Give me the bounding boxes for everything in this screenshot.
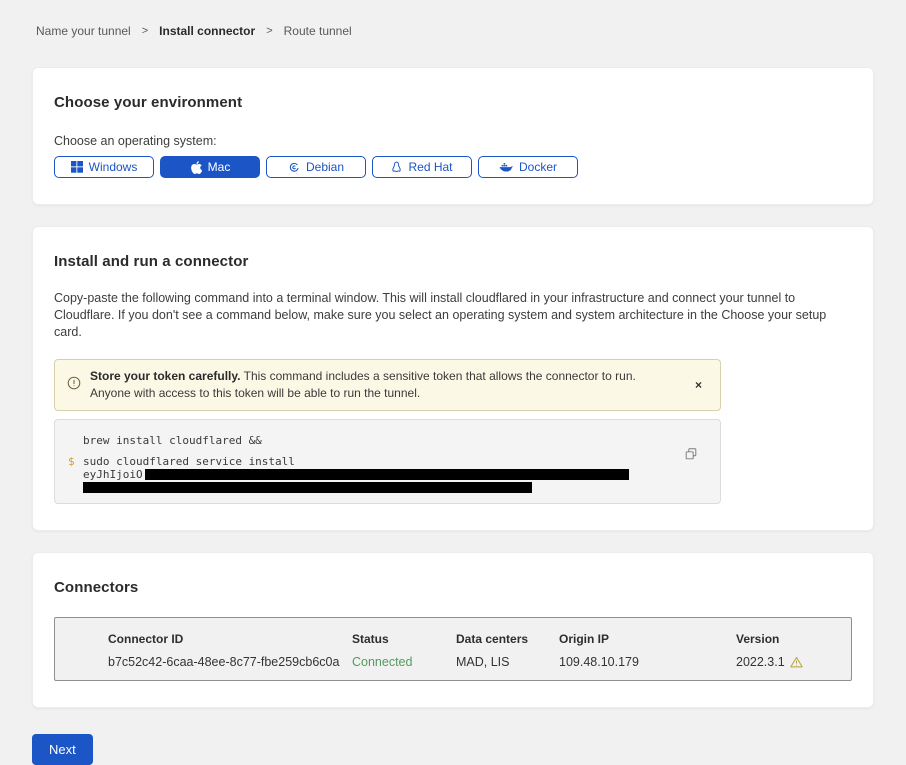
next-button[interactable]: Next: [32, 734, 93, 765]
connectors-card: Connectors Connector ID Status Data cent…: [32, 552, 874, 708]
tunnel-setup-page: Name your tunnel > Install connector > R…: [0, 0, 906, 765]
breadcrumb-separator: >: [142, 25, 148, 37]
shell-prompt: $: [68, 455, 75, 468]
docker-whale-icon: [499, 162, 513, 173]
redacted-token-bar: [83, 482, 532, 493]
breadcrumb-step-install-connector[interactable]: Install connector: [159, 24, 255, 38]
environment-card: Choose your environment Choose an operat…: [32, 67, 874, 205]
token-prefix: eyJhIjoiO: [83, 468, 143, 481]
column-header-data-centers: Data centers: [456, 632, 559, 646]
table-row: b7c52c42-6caa-48ee-8c77-fbe259cb6c0a Con…: [55, 655, 851, 669]
breadcrumb-step-route-tunnel[interactable]: Route tunnel: [284, 24, 352, 38]
os-button-label: Docker: [519, 160, 557, 174]
close-icon[interactable]: ×: [691, 376, 706, 394]
connectors-table-header: Connector ID Status Data centers Origin …: [55, 632, 851, 646]
environment-card-title: Choose your environment: [54, 94, 852, 111]
token-warning-text: Store your token carefully. This command…: [90, 368, 670, 402]
origin-ip-value: 109.48.10.179: [559, 655, 736, 669]
os-button-label: Windows: [89, 160, 138, 174]
breadcrumb-separator: >: [266, 25, 272, 37]
info-circle-icon: [67, 376, 81, 395]
install-card-title: Install and run a connector: [54, 253, 852, 270]
breadcrumb-step-name-your-tunnel[interactable]: Name your tunnel: [36, 24, 131, 38]
connector-id-value: b7c52c42-6caa-48ee-8c77-fbe259cb6c0a: [108, 655, 352, 669]
column-header-status: Status: [352, 632, 456, 646]
apple-icon: [190, 161, 202, 174]
os-button-label: Mac: [208, 160, 231, 174]
os-button-label: Debian: [306, 160, 344, 174]
os-button-redhat[interactable]: Red Hat: [372, 156, 472, 178]
copy-icon[interactable]: [684, 447, 698, 464]
os-button-mac[interactable]: Mac: [160, 156, 260, 178]
code-line-token: eyJhIjoiO: [83, 468, 660, 481]
os-button-debian[interactable]: Debian: [266, 156, 366, 178]
connectors-table: Connector ID Status Data centers Origin …: [54, 617, 852, 681]
breadcrumb: Name your tunnel > Install connector > R…: [32, 0, 874, 38]
os-button-group: Windows Mac Debian Red Hat: [54, 156, 852, 178]
os-button-docker[interactable]: Docker: [478, 156, 578, 178]
version-cell: 2022.3.1: [736, 655, 841, 669]
os-button-label: Red Hat: [408, 160, 452, 174]
install-instructions: Copy-paste the following command into a …: [54, 290, 852, 341]
windows-icon: [71, 161, 83, 173]
code-line-sudo: sudo cloudflared service install: [83, 455, 660, 468]
os-button-windows[interactable]: Windows: [54, 156, 154, 178]
token-warning-banner: Store your token carefully. This command…: [54, 359, 721, 411]
debian-swirl-icon: [288, 161, 300, 173]
install-command-code-block: brew install cloudflared && $ sudo cloud…: [54, 419, 721, 504]
code-line-brew: brew install cloudflared &&: [83, 434, 660, 447]
status-badge: Connected: [352, 655, 456, 669]
version-value: 2022.3.1: [736, 655, 785, 669]
connectors-card-title: Connectors: [54, 579, 852, 596]
warning-triangle-icon[interactable]: [790, 656, 803, 668]
data-centers-value: MAD, LIS: [456, 655, 559, 669]
column-header-origin-ip: Origin IP: [559, 632, 736, 646]
redhat-penguin-icon: [391, 161, 402, 174]
column-header-version: Version: [736, 632, 841, 646]
column-header-connector-id: Connector ID: [108, 632, 352, 646]
install-connector-card: Install and run a connector Copy-paste t…: [32, 226, 874, 531]
os-select-label: Choose an operating system:: [54, 134, 852, 148]
token-warning-title: Store your token carefully.: [90, 369, 241, 383]
redacted-token-bar: [145, 469, 629, 480]
